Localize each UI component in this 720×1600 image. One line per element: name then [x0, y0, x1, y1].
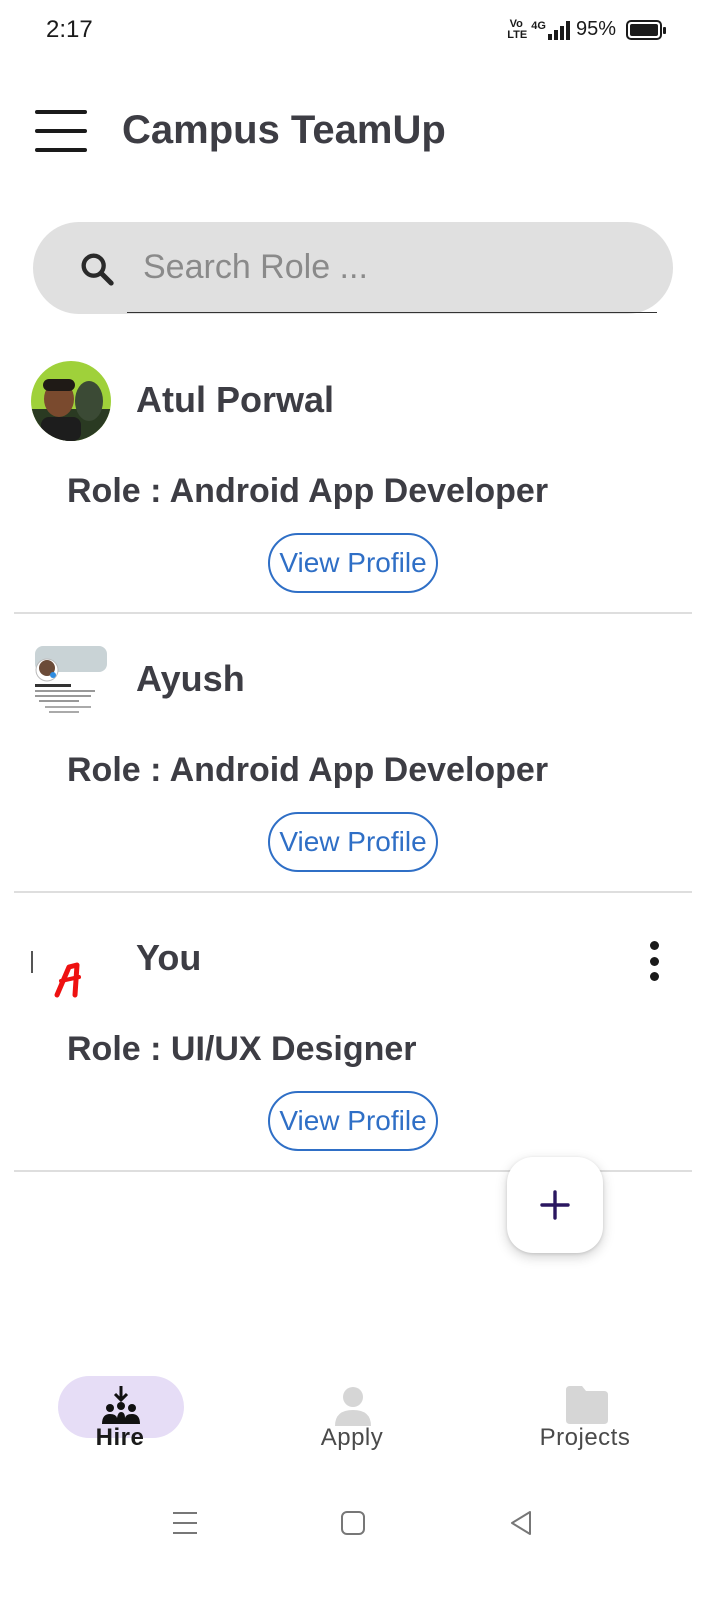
hire-people-icon: [102, 1386, 140, 1424]
battery-percent: 95%: [575, 18, 616, 40]
plus-icon: [540, 1190, 570, 1220]
battery-icon: [626, 19, 666, 40]
app-title: Campus TeamUp: [122, 108, 446, 152]
back-icon[interactable]: [508, 1510, 534, 1536]
person-name: Ayush: [136, 658, 245, 699]
role-text: Role : UI/UX Designer: [67, 1030, 417, 1068]
status-icons: Vo LTE 4G 95%: [507, 17, 666, 41]
nav-item-apply[interactable]: Apply: [240, 1360, 464, 1460]
nav-item-hire[interactable]: Hire: [0, 1360, 240, 1460]
role-text: Role : Android App Developer: [67, 472, 549, 510]
person-icon: [335, 1387, 371, 1426]
search-input[interactable]: [127, 222, 657, 313]
avatar: [31, 919, 111, 999]
system-navigation-bar: [0, 1500, 720, 1560]
hamburger-menu-icon[interactable]: [35, 110, 87, 152]
view-profile-button[interactable]: View Profile: [268, 533, 438, 593]
recents-menu-icon[interactable]: [172, 1510, 198, 1536]
volte-icon: Vo LTE: [507, 17, 528, 41]
network-type: 4G: [531, 19, 546, 32]
profile-card: Atul Porwal Role : Android App Developer…: [14, 335, 692, 614]
nav-label-apply: Apply: [320, 1424, 384, 1451]
search-bar[interactable]: [33, 222, 673, 314]
bottom-navigation: Hire Apply Projects: [0, 1360, 720, 1470]
signal-icon: [547, 20, 570, 40]
nav-item-projects[interactable]: Projects: [470, 1360, 700, 1460]
nav-label-hire: Hire: [95, 1424, 145, 1451]
view-profile-button[interactable]: View Profile: [268, 812, 438, 872]
profile-card: Ayush Role : Android App Developer View …: [14, 614, 692, 893]
avatar: [31, 640, 111, 720]
profile-card: You Role : UI/UX Designer View Profile: [14, 893, 692, 1172]
status-bar: 2:17 Vo LTE 4G 95%: [0, 0, 720, 64]
person-name: You: [136, 937, 202, 978]
add-fab-button[interactable]: [507, 1157, 603, 1253]
folder-icon: [566, 1386, 608, 1424]
avatar: [31, 361, 111, 441]
search-icon: [81, 253, 114, 286]
nav-label-projects: Projects: [539, 1424, 631, 1451]
home-icon[interactable]: [340, 1510, 366, 1536]
role-text: Role : Android App Developer: [67, 751, 549, 789]
more-vert-icon[interactable]: [644, 941, 664, 981]
app-bar: Campus TeamUp: [0, 90, 720, 174]
person-name: Atul Porwal: [136, 379, 335, 420]
status-time: 2:17: [46, 16, 93, 43]
view-profile-button[interactable]: View Profile: [268, 1091, 438, 1151]
